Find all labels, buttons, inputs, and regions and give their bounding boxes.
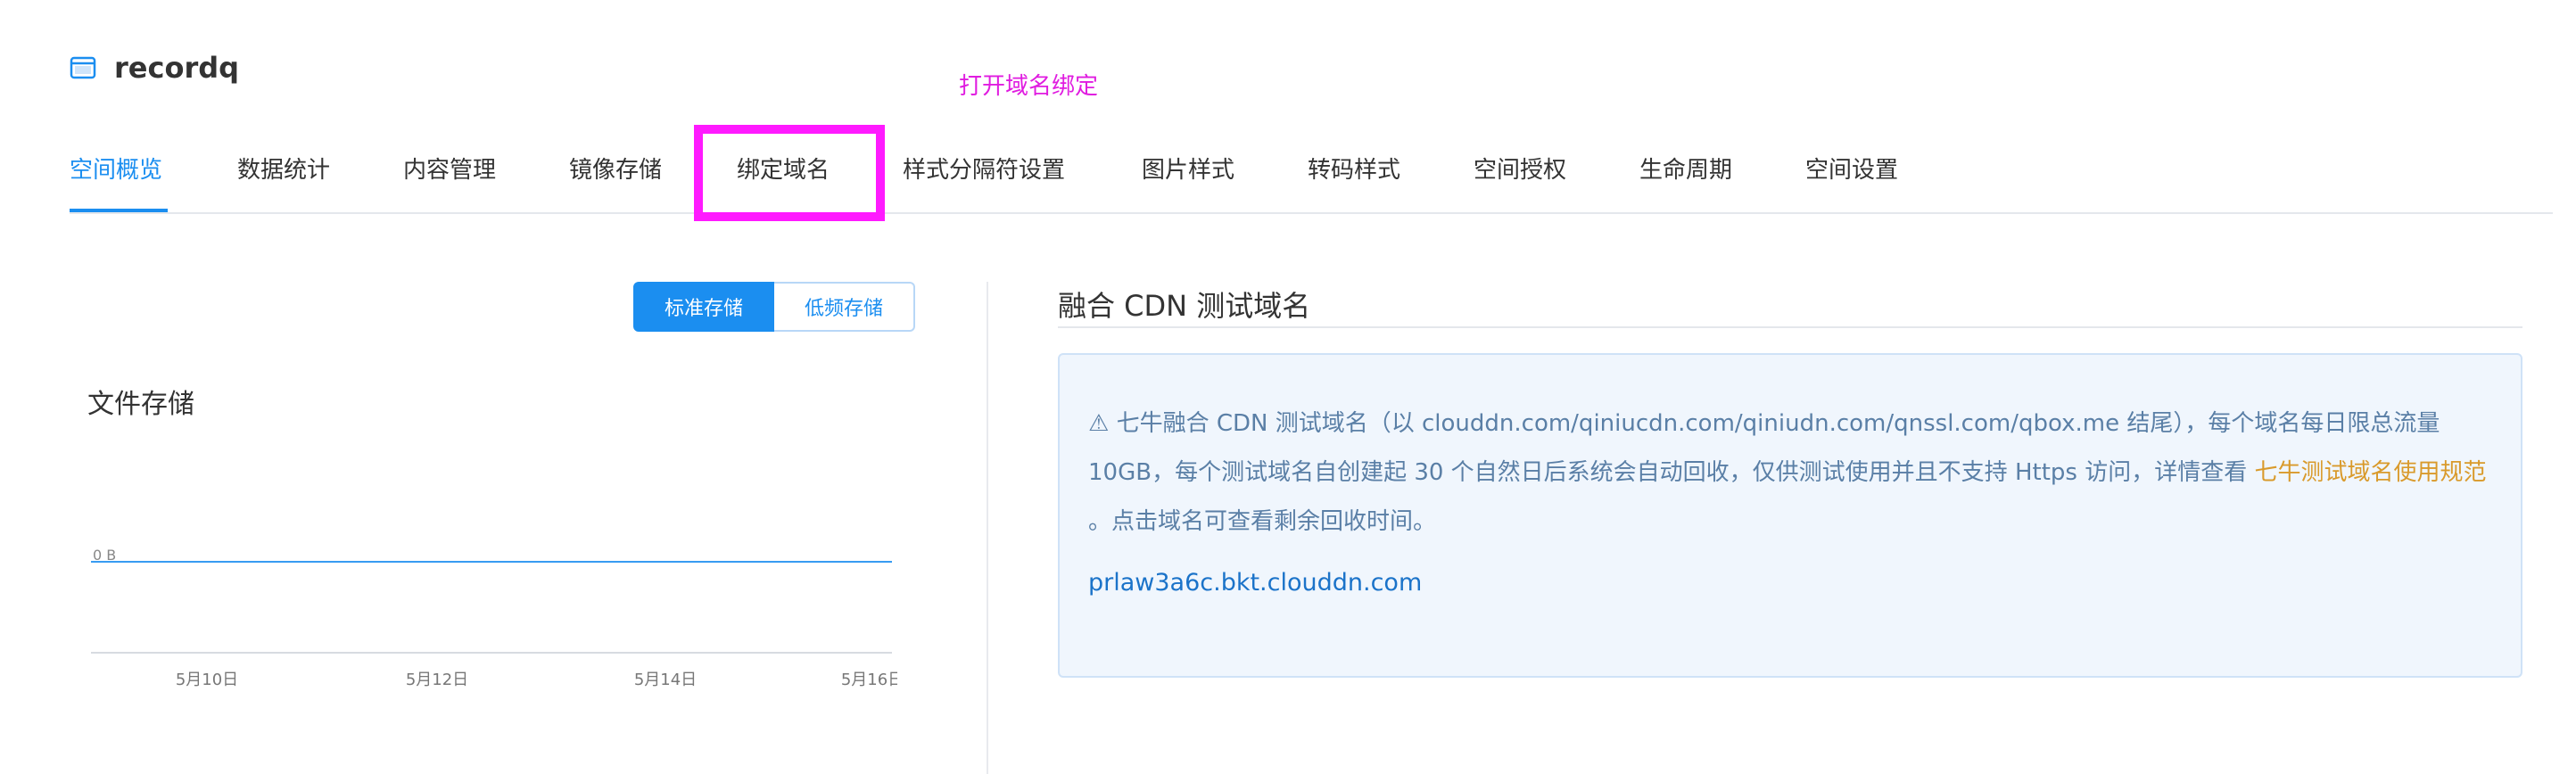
annotation-label: 打开域名绑定	[959, 73, 1099, 100]
tab-overview[interactable]: 空间概览	[70, 152, 162, 185]
notice-text-2: 。点击域名可查看剩余回收时间。	[1088, 508, 1437, 535]
low-frequency-storage-button[interactable]: 低频存储	[774, 282, 915, 332]
annotation-highlight-box	[694, 125, 885, 221]
cdn-notice: ⚠ 七牛融合 CDN 测试域名（以 clouddn.com/qiniucdn.c…	[1088, 399, 2498, 547]
tab-statistics[interactable]: 数据统计	[237, 152, 330, 185]
tab-style-separator[interactable]: 样式分隔符设置	[903, 152, 1065, 185]
test-domain-link[interactable]: prlaw3a6c.bkt.clouddn.com	[1088, 569, 1422, 597]
standard-storage-button[interactable]: 标准存储	[633, 282, 774, 332]
tab-image-style[interactable]: 图片样式	[1142, 152, 1234, 185]
page: recordq 打开域名绑定 空间概览 数据统计 内容管理 镜像存储 绑定域名 …	[0, 0, 2576, 774]
cdn-test-domain-title: 融合 CDN 测试域名	[1058, 289, 1311, 323]
notice-text-1: ⚠ 七牛融合 CDN 测试域名（以 clouddn.com/qiniucdn.c…	[1088, 410, 2440, 486]
x-tick-label: 5月14日	[634, 671, 697, 689]
y-tick-label: 0 B	[93, 547, 116, 564]
file-storage-chart: 0 B 5月10日 5月12日 5月14日 5月16日	[91, 547, 897, 689]
tab-space-authorization[interactable]: 空间授权	[1474, 152, 1566, 185]
bucket-header: recordq	[70, 50, 239, 86]
tab-lifecycle[interactable]: 生命周期	[1639, 152, 1732, 185]
storage-type-toggle: 标准存储 低频存储	[633, 282, 915, 335]
section-divider	[1058, 326, 2522, 328]
x-tick-label: 5月12日	[406, 671, 468, 689]
tab-content-management[interactable]: 内容管理	[403, 152, 496, 185]
folder-icon	[70, 56, 96, 79]
tab-mirror-storage[interactable]: 镜像存储	[569, 152, 662, 185]
cdn-info-box: ⚠ 七牛融合 CDN 测试域名（以 clouddn.com/qiniucdn.c…	[1058, 353, 2522, 678]
tab-bar: 空间概览 数据统计 内容管理 镜像存储 绑定域名 样式分隔符设置 图片样式 转码…	[70, 134, 2553, 214]
bucket-name: recordq	[114, 51, 240, 85]
tab-transcode-style[interactable]: 转码样式	[1308, 152, 1400, 185]
x-tick-label: 5月10日	[176, 671, 238, 689]
test-domain-policy-link[interactable]: 七牛测试域名使用规范	[2254, 459, 2486, 486]
tab-space-settings[interactable]: 空间设置	[1805, 152, 1898, 185]
x-tick-labels: 5月10日 5月12日 5月14日 5月16日	[176, 671, 897, 689]
x-tick-label: 5月16日	[841, 671, 897, 689]
file-storage-title: 文件存储	[87, 389, 194, 420]
panel-divider	[987, 282, 988, 774]
active-tab-indicator	[70, 209, 168, 212]
